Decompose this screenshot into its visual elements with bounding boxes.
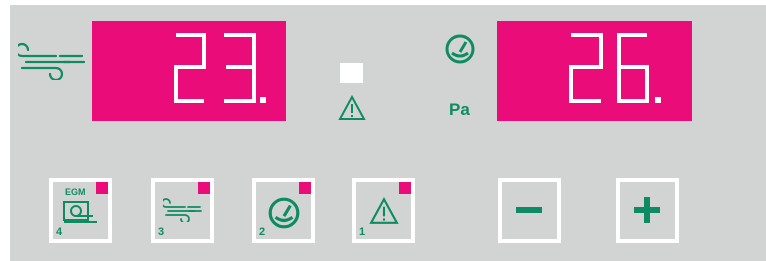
plus-icon [634, 197, 660, 223]
pressure-button[interactable]: 2 [252, 178, 315, 243]
minus-icon [516, 207, 542, 213]
airflow-icon [18, 42, 86, 80]
button-number: 2 [259, 226, 266, 238]
button-led [198, 182, 210, 194]
pressure-gauge-icon [445, 34, 475, 64]
button-led [399, 182, 411, 194]
pressure-display [497, 21, 692, 121]
warning-triangle-icon [338, 95, 366, 120]
pressure-unit-label: Pa [449, 100, 470, 119]
button-led [299, 182, 311, 194]
airflow-display [92, 21, 286, 121]
egm-button[interactable]: EGM 4 [49, 178, 112, 243]
airflow-digits [174, 33, 266, 103]
warning-button[interactable]: 1 [352, 178, 415, 243]
button-number: 4 [56, 226, 63, 238]
airflow-icon [163, 198, 202, 222]
minus-button[interactable] [498, 178, 561, 243]
button-number: 3 [158, 226, 165, 238]
egm-icon [63, 201, 97, 223]
pressure-digits [569, 33, 661, 103]
button-number: 1 [359, 226, 366, 238]
airflow-button[interactable]: 3 [151, 178, 214, 243]
plus-button[interactable] [616, 178, 679, 243]
egm-label: EGM [65, 187, 86, 197]
button-led [96, 182, 108, 194]
warning-triangle-icon [369, 197, 399, 224]
status-led-icon [340, 63, 363, 83]
pressure-gauge-icon [268, 197, 300, 229]
